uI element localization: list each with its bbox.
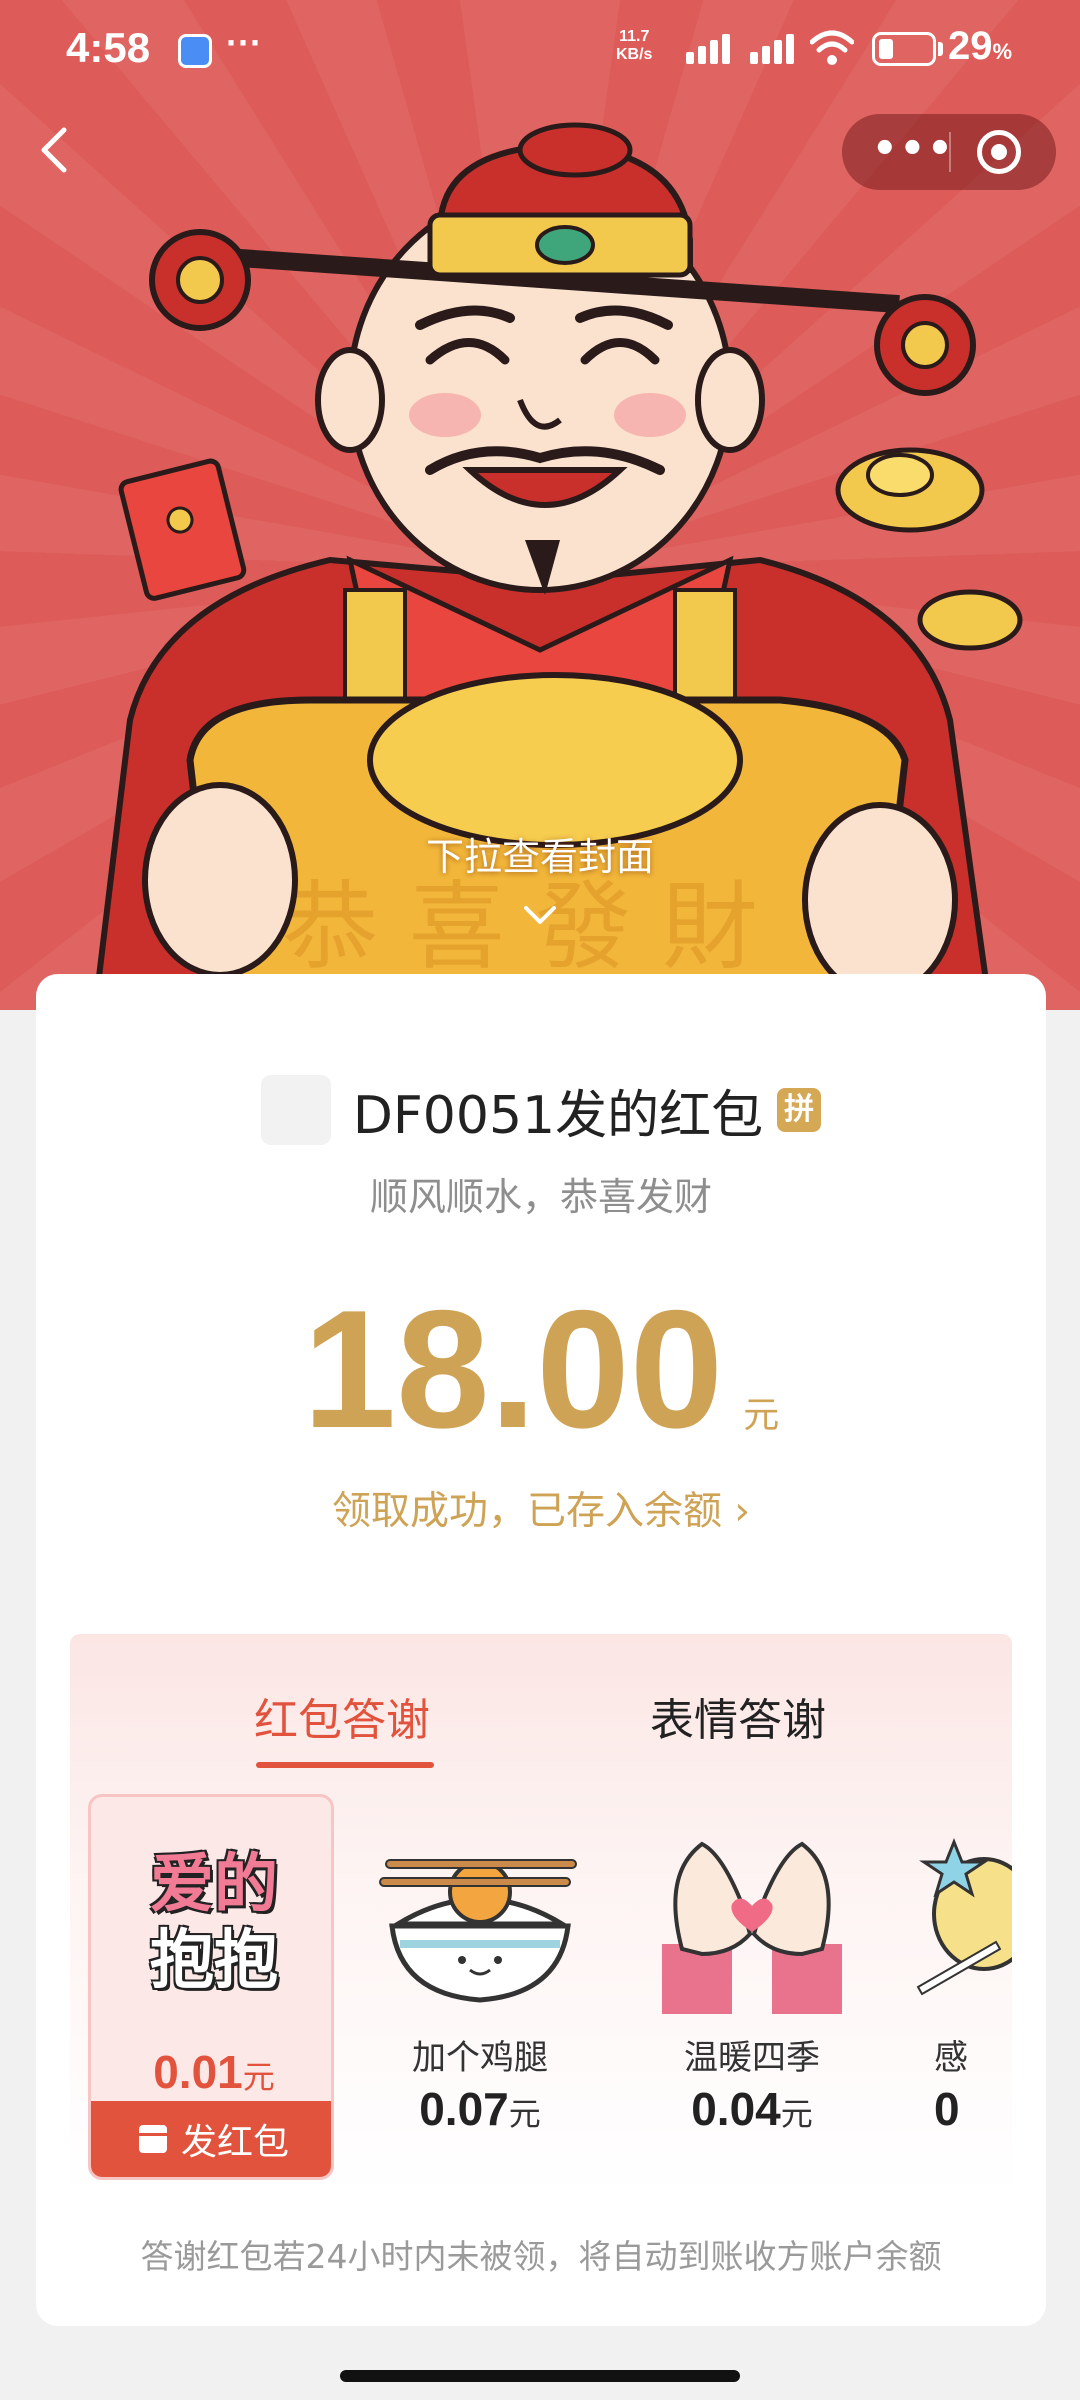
rice-bowl-drumstick-icon — [379, 1859, 577, 2003]
network-speed: 11.7 KB/s — [616, 28, 652, 64]
received-to-balance-link[interactable]: 领取成功，已存入余额 › — [36, 1480, 1046, 1536]
mini-program-capsule: ••• — [842, 114, 1056, 190]
gift-card-warm[interactable]: 温暖四季 0.04元 — [642, 1814, 862, 2174]
gift-name: 感 — [934, 2038, 968, 2078]
capsule-divider — [949, 132, 951, 172]
gift-card-drumstick[interactable]: 加个鸡腿 0.07元 — [370, 1814, 590, 2174]
gift-price-value: 0.01 — [153, 2046, 243, 2098]
packet-detail-card: DF0051发的红包 拼 顺风顺水，恭喜发财 18.00 元 领取成功，已存入余… — [36, 974, 1046, 2326]
wifi-icon — [810, 30, 854, 65]
gift-card-thanks[interactable]: 感 0 — [914, 1814, 1012, 2174]
packet-cover[interactable]: 恭 喜 發 財 4:58 ··· 11.7 KB/s 29% ••• 下拉查看封… — [0, 0, 1080, 1010]
gift-price: 0.01元 — [91, 2045, 331, 2099]
thanks-panel: 红包答谢 表情答谢 爱的 抱抱 0.01元 发红包 加个鸡腿 0.07元 温暖四… — [70, 1634, 1012, 2194]
signal-1-icon — [686, 34, 732, 64]
back-icon[interactable] — [26, 120, 86, 180]
send-redpacket-button[interactable]: 发红包 — [91, 2101, 331, 2177]
gift-carousel[interactable]: 爱的 抱抱 0.01元 发红包 加个鸡腿 0.07元 温暖四季 0.04元 感 … — [70, 1634, 1012, 2194]
status-bar: 4:58 ··· 11.7 KB/s 29% — [0, 0, 1080, 100]
amount-row: 18.00 元 — [36, 1274, 1046, 1463]
sender-row: DF0051发的红包 拼 — [36, 1070, 1046, 1150]
amount-value: 18.00 — [302, 1275, 724, 1463]
network-speed-value: 11.7 — [619, 28, 650, 45]
chevron-right-icon: › — [734, 1489, 751, 1534]
redpacket-icon — [138, 2125, 167, 2153]
send-redpacket-label: 发红包 — [180, 2122, 289, 2163]
gift-card-hug[interactable]: 爱的 抱抱 0.01元 发红包 — [88, 1794, 334, 2180]
gift-name: 加个鸡腿 — [412, 2038, 548, 2078]
gift-price: 0.07元 — [370, 2082, 590, 2136]
heart-hands-icon — [662, 1841, 842, 2014]
star-gift-icon — [916, 1837, 1012, 1996]
more-notifications-icon: ··· — [226, 22, 262, 63]
network-speed-unit: KB/s — [616, 46, 653, 63]
gift-price-unit: 元 — [508, 2095, 541, 2133]
sender-name: DF0051发的红包 — [352, 1085, 764, 1146]
more-dots-icon[interactable]: ••• — [872, 129, 953, 170]
signal-2-icon — [750, 34, 796, 64]
group-luck-badge: 拼 — [777, 1088, 822, 1132]
pull-down-hint: 下拉查看封面 — [425, 835, 654, 879]
hug-art-line-2: 抱抱 — [150, 1924, 278, 1998]
battery-fill — [879, 39, 893, 59]
avatar[interactable] — [260, 1075, 331, 1145]
received-note: 领取成功，已存入余额 — [331, 1489, 722, 1534]
amount-unit: 元 — [743, 1395, 780, 1436]
gift-price-value: 0.07 — [419, 2083, 509, 2135]
wish-message: 顺风顺水，恭喜发财 — [369, 1175, 712, 1219]
chevron-down-icon — [524, 906, 556, 924]
gift-price: 0 — [934, 2082, 1012, 2136]
battery-icon — [872, 32, 936, 66]
gift-name: 温暖四季 — [684, 2038, 820, 2078]
battery-tip — [938, 42, 943, 56]
thanks-footnote: 答谢红包若24小时内未被领，将自动到账收方账户余额 — [140, 2237, 942, 2276]
red-packet-detail-screen: 恭 喜 發 財 4:58 ··· 11.7 KB/s 29% ••• 下拉查看封… — [0, 0, 1080, 2400]
home-indicator[interactable] — [340, 2370, 740, 2382]
gift-price-value: 0.04 — [691, 2083, 781, 2135]
gift-price: 0.04元 — [642, 2082, 862, 2136]
gift-price-unit: 元 — [780, 2095, 813, 2133]
app-notification-icon — [178, 34, 212, 68]
status-time: 4:58 — [66, 24, 151, 71]
target-close-icon[interactable] — [977, 130, 1021, 174]
gift-price-unit: 元 — [242, 2058, 275, 2096]
battery-percent: 29% — [948, 24, 1013, 68]
gift-price-value: 0 — [934, 2083, 960, 2135]
